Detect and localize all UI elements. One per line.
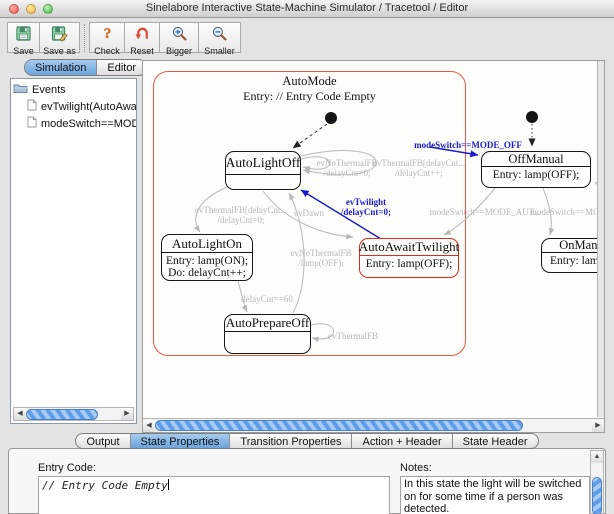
tab-editor[interactable]: Editor (96, 60, 146, 75)
scroll-up-icon[interactable]: ▲ (591, 451, 603, 463)
state-body: Entry: lamp(ON); Do: delayCnt++; (162, 253, 252, 279)
scroll-right-icon[interactable]: ▶ (592, 420, 604, 432)
tab-simulation[interactable]: Simulation (25, 60, 96, 75)
canvas-vscrollbar-track[interactable] (597, 61, 604, 417)
entry-code-label: Entry Code: (38, 462, 96, 474)
bigger-label: Bigger (166, 47, 192, 56)
state-autolighton[interactable]: AutoLightOn Entry: lamp(ON); Do: delayCn… (161, 234, 253, 281)
tree-item-label: modeSwitch==MODE_ (41, 118, 136, 130)
toolbar-separator (84, 24, 85, 52)
sidebar-hscrollbar[interactable]: ◀ ▶ (13, 407, 134, 421)
save-button[interactable]: Save (7, 22, 40, 53)
entry-code-input[interactable]: // Entry Code Empty (38, 476, 390, 514)
toolbar: Save Save as ? Check Reset (0, 18, 614, 58)
floppy-disk-icon (15, 25, 32, 47)
notes-label: Notes: (400, 462, 432, 474)
notes-value: In this state the light will be switched… (401, 477, 589, 514)
check-label: Check (94, 47, 120, 56)
reset-label: Reset (130, 47, 154, 56)
document-icon (27, 116, 37, 131)
smaller-button[interactable]: Smaller (198, 22, 241, 53)
transition-label-evtwilight[interactable]: evTwilight /delayCnt=0; (341, 197, 391, 217)
reset-button[interactable]: Reset (124, 22, 160, 53)
transition-label-self-thermal[interactable]: evThermalFB[delayCnt... /delayCnt++; (373, 158, 465, 178)
pane-vscrollbar[interactable]: ▲ (590, 450, 604, 514)
scroll-left-icon[interactable]: ◀ (14, 408, 26, 420)
state-title: AutoPrepareOff (225, 315, 310, 332)
tree-root-events[interactable]: Events (11, 81, 136, 98)
folder-icon (13, 82, 28, 97)
app-window: Sinelabore Interactive State-Machine Sim… (0, 0, 614, 514)
diagram-viewport: AutoMode Entry: // Entry Code Empty (143, 61, 597, 417)
tab-output[interactable]: Output (76, 434, 129, 448)
entry-code-value: // Entry Code Empty (42, 479, 168, 492)
transition-label-evdawn[interactable]: evDawn (294, 208, 324, 218)
state-body (225, 332, 310, 334)
state-title: OffManual (482, 152, 590, 167)
tree-item-modeswitch[interactable]: modeSwitch==MODE_ (11, 115, 136, 132)
question-mark-icon: ? (99, 25, 116, 47)
state-autoawaittwilight[interactable]: AutoAwaitTwilight Entry: lamp(OFF); (359, 238, 459, 278)
diagram-canvas[interactable]: AutoMode Entry: // Entry Code Empty (142, 60, 605, 433)
tab-state-header[interactable]: State Header (452, 434, 538, 448)
transition-label-modeswitch-off[interactable]: modeSwitch==MODE_OFF (414, 140, 522, 150)
scroll-right-icon[interactable]: ▶ (121, 408, 133, 420)
window-title: Sinelabore Interactive State-Machine Sim… (0, 2, 614, 14)
transition-label-self-nothermal[interactable]: evNoThermalFB /delayCnt=0; (317, 158, 378, 178)
check-button[interactable]: ? Check (89, 22, 125, 53)
state-autolightoff[interactable]: AutoLightOff (225, 151, 301, 190)
tab-state-properties[interactable]: State Properties (130, 434, 230, 448)
document-icon (27, 99, 37, 114)
state-onmanual[interactable]: OnManual Entry: lamp( (541, 238, 597, 273)
magnifier-plus-icon (171, 25, 188, 47)
tree-item-label: evTwilight(AutoAwaitT (41, 101, 136, 113)
text-cursor (168, 479, 169, 490)
scrollbar-thumb[interactable] (26, 409, 98, 420)
save-as-button[interactable]: Save as (39, 22, 80, 53)
transition-label-tolighton[interactable]: evThermalFB[delayCnt... /delayCnt=0; (195, 205, 287, 225)
state-offmanual[interactable]: OffManual Entry: lamp(OFF); (481, 151, 591, 188)
state-title: AutoLightOff (226, 152, 300, 175)
scroll-left-icon[interactable]: ◀ (143, 420, 155, 432)
scrollbar-thumb[interactable] (592, 477, 602, 514)
state-body (226, 175, 300, 177)
magnifier-minus-icon (211, 25, 228, 47)
transition-initial-automode[interactable] (293, 124, 327, 148)
state-title: AutoAwaitTwilight (360, 239, 458, 256)
bigger-button[interactable]: Bigger (159, 22, 199, 53)
transition-label-prepself[interactable]: evThermalFB (328, 331, 378, 341)
scrollbar-thumb[interactable] (155, 420, 523, 431)
state-entry-line: Entry: lamp(ON); (162, 255, 252, 267)
state-entry-line: Entry: lamp( (542, 253, 597, 267)
state-entry-line: Entry: lamp(OFF); (482, 167, 590, 181)
events-tree: Events evTwilight(AutoAwaitT modeSwitch=… (10, 78, 137, 424)
state-entry-line: Entry: lamp(OFF); (360, 256, 458, 270)
state-title: OnManual (542, 239, 597, 253)
tab-transition-properties[interactable]: Transition Properties (229, 434, 351, 448)
sidebar-tab-group: Simulation Editor (24, 59, 147, 76)
transition-label-modeswitch-right[interactable]: modeSwitch==MODE_ (530, 207, 597, 217)
tab-action-header[interactable]: Action + Header (351, 434, 451, 448)
notes-input[interactable]: In this state the light will be switched… (400, 476, 590, 514)
canvas-hscrollbar[interactable]: ◀ ▶ (143, 418, 604, 432)
transition-label-delaycnt60[interactable]: delayCnt==60 (241, 294, 293, 304)
initial-state-dot[interactable] (526, 111, 538, 123)
tree-item-evtwilight[interactable]: evTwilight(AutoAwaitT (11, 98, 136, 115)
initial-state-dot[interactable] (325, 112, 337, 124)
bottom-tab-group: Output State Properties Transition Prope… (0, 433, 614, 449)
floppy-disk-pencil-icon (51, 25, 68, 47)
save-label: Save (13, 47, 34, 56)
state-title: AutoLightOn (162, 235, 252, 253)
transition-label-modeswitch-aut[interactable]: modeSwitch==MODE_AUT... (430, 207, 541, 217)
save-as-label: Save as (43, 47, 76, 56)
state-autoprepareoff[interactable]: AutoPrepareOff (224, 314, 311, 354)
state-properties-pane: Entry Code: // Entry Code Empty Notes: I… (8, 448, 606, 514)
svg-text:?: ? (103, 26, 111, 42)
u-turn-arrow-icon (134, 25, 151, 47)
tree-root-label: Events (32, 84, 66, 96)
titlebar: Sinelabore Interactive State-Machine Sim… (0, 0, 614, 18)
state-do-line: Do: delayCnt++; (162, 267, 252, 279)
smaller-label: Smaller (204, 47, 235, 56)
transition-label-nothermal-lampoff[interactable]: evNoThermalFB /lamp(OFF); (291, 248, 352, 268)
